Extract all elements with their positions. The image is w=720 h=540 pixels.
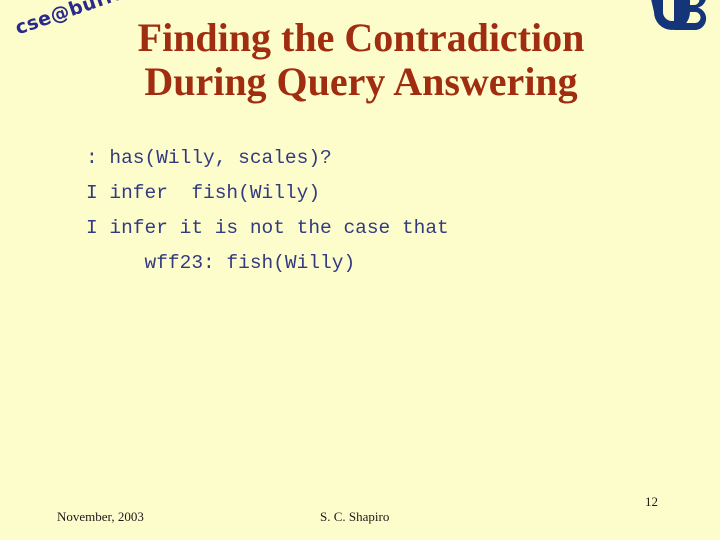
ub-logo-icon: [644, 0, 714, 32]
footer-date: November, 2003: [57, 509, 144, 524]
title-line-1: Finding the Contradiction: [137, 15, 585, 60]
body-line-query: : has(Willy, scales)?: [86, 147, 332, 169]
body-line-infer-not-case: I infer it is not the case that: [86, 217, 449, 239]
body-line-wff23: wff23: fish(Willy): [86, 252, 356, 274]
title-line-2: During Query Answering: [144, 59, 578, 104]
slide-canvas: cse@buffalo Finding the Contradiction Du…: [0, 0, 720, 540]
slide-body: : has(Willy, scales)? I infer fish(Willy…: [86, 141, 449, 281]
slide-title: Finding the Contradiction During Query A…: [96, 16, 626, 104]
footer-page-number: 12: [645, 494, 658, 509]
body-line-infer-fish: I infer fish(Willy): [86, 182, 321, 204]
footer-author: S. C. Shapiro: [320, 509, 390, 524]
